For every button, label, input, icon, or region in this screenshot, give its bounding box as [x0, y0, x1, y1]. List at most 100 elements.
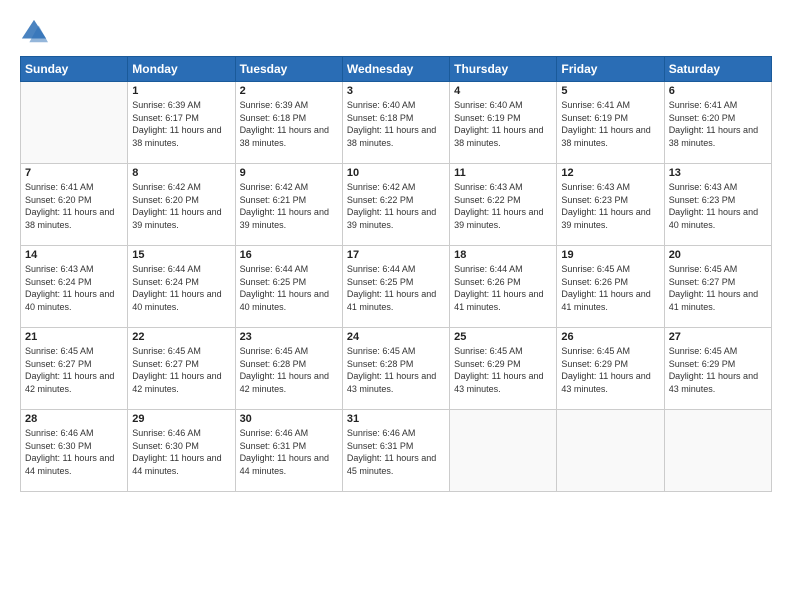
day-number: 17 [347, 249, 445, 261]
day-number: 16 [240, 249, 338, 261]
day-number: 15 [132, 249, 230, 261]
calendar-cell [664, 410, 771, 492]
day-number: 9 [240, 167, 338, 179]
calendar-cell: 15Sunrise: 6:44 AMSunset: 6:24 PMDayligh… [128, 246, 235, 328]
day-info: Sunrise: 6:39 AMSunset: 6:18 PMDaylight:… [240, 99, 338, 149]
day-info: Sunrise: 6:41 AMSunset: 6:20 PMDaylight:… [669, 99, 767, 149]
day-number: 21 [25, 331, 123, 343]
calendar-cell: 2 Sunrise: 6:39 AMSunset: 6:18 PMDaylight… [235, 82, 342, 164]
day-info: Sunrise: 6:45 AMSunset: 6:29 PMDaylight:… [561, 345, 659, 395]
calendar-cell: 23 Sunrise: 6:45 AMSunset: 6:28 PMDayligh… [235, 328, 342, 410]
calendar-cell: 13Sunrise: 6:43 AMSunset: 6:23 PMDayligh… [664, 164, 771, 246]
day-number: 4 [454, 85, 552, 97]
calendar-cell: 24 Sunrise: 6:45 AMSunset: 6:28 PMDayligh… [342, 328, 449, 410]
day-number: 20 [669, 249, 767, 261]
header [20, 18, 772, 46]
day-info: Sunrise: 6:46 AMSunset: 6:31 PMDaylight:… [347, 427, 445, 477]
calendar-cell: 19 Sunrise: 6:45 AMSunset: 6:26 PMDayligh… [557, 246, 664, 328]
calendar-week-3: 14 Sunrise: 6:43 AMSunset: 6:24 PMDayligh… [21, 246, 772, 328]
day-info: Sunrise: 6:43 AMSunset: 6:23 PMDaylight:… [669, 181, 767, 231]
calendar-cell [450, 410, 557, 492]
calendar-cell: 21Sunrise: 6:45 AMSunset: 6:27 PMDayligh… [21, 328, 128, 410]
day-number: 27 [669, 331, 767, 343]
calendar-cell: 8 Sunrise: 6:42 AMSunset: 6:20 PMDaylight… [128, 164, 235, 246]
day-number: 25 [454, 331, 552, 343]
calendar-cell: 16 Sunrise: 6:44 AMSunset: 6:25 PMDayligh… [235, 246, 342, 328]
calendar-cell: 31 Sunrise: 6:46 AMSunset: 6:31 PMDayligh… [342, 410, 449, 492]
day-info: Sunrise: 6:46 AMSunset: 6:31 PMDaylight:… [240, 427, 338, 477]
weekday-header-wednesday: Wednesday [342, 57, 449, 82]
day-number: 22 [132, 331, 230, 343]
day-info: Sunrise: 6:46 AMSunset: 6:30 PMDaylight:… [132, 427, 230, 477]
day-number: 5 [561, 85, 659, 97]
day-number: 8 [132, 167, 230, 179]
day-info: Sunrise: 6:44 AMSunset: 6:25 PMDaylight:… [240, 263, 338, 313]
day-info: Sunrise: 6:45 AMSunset: 6:29 PMDaylight:… [669, 345, 767, 395]
weekday-header-saturday: Saturday [664, 57, 771, 82]
calendar-cell: 10Sunrise: 6:42 AMSunset: 6:22 PMDayligh… [342, 164, 449, 246]
day-info: Sunrise: 6:46 AMSunset: 6:30 PMDaylight:… [25, 427, 123, 477]
day-number: 10 [347, 167, 445, 179]
weekday-header-tuesday: Tuesday [235, 57, 342, 82]
calendar-cell: 18 Sunrise: 6:44 AMSunset: 6:26 PMDayligh… [450, 246, 557, 328]
page: SundayMondayTuesdayWednesdayThursdayFrid… [0, 0, 792, 612]
day-info: Sunrise: 6:43 AMSunset: 6:23 PMDaylight:… [561, 181, 659, 231]
day-number: 23 [240, 331, 338, 343]
logo-icon [20, 18, 48, 46]
calendar-cell: 28 Sunrise: 6:46 AMSunset: 6:30 PMDayligh… [21, 410, 128, 492]
calendar-week-1: 1 Sunrise: 6:39 AMSunset: 6:17 PMDaylight… [21, 82, 772, 164]
day-info: Sunrise: 6:45 AMSunset: 6:27 PMDaylight:… [669, 263, 767, 313]
day-info: Sunrise: 6:44 AMSunset: 6:25 PMDaylight:… [347, 263, 445, 313]
weekday-header-friday: Friday [557, 57, 664, 82]
day-info: Sunrise: 6:44 AMSunset: 6:26 PMDaylight:… [454, 263, 552, 313]
day-info: Sunrise: 6:42 AMSunset: 6:21 PMDaylight:… [240, 181, 338, 231]
calendar-week-4: 21Sunrise: 6:45 AMSunset: 6:27 PMDayligh… [21, 328, 772, 410]
day-info: Sunrise: 6:40 AMSunset: 6:18 PMDaylight:… [347, 99, 445, 149]
weekday-header-row: SundayMondayTuesdayWednesdayThursdayFrid… [21, 57, 772, 82]
day-info: Sunrise: 6:40 AMSunset: 6:19 PMDaylight:… [454, 99, 552, 149]
day-number: 28 [25, 413, 123, 425]
day-number: 24 [347, 331, 445, 343]
day-number: 14 [25, 249, 123, 261]
weekday-header-sunday: Sunday [21, 57, 128, 82]
calendar-cell: 6 Sunrise: 6:41 AMSunset: 6:20 PMDaylight… [664, 82, 771, 164]
calendar-cell: 12 Sunrise: 6:43 AMSunset: 6:23 PMDayligh… [557, 164, 664, 246]
day-number: 26 [561, 331, 659, 343]
calendar-cell: 26 Sunrise: 6:45 AMSunset: 6:29 PMDayligh… [557, 328, 664, 410]
calendar-cell: 30 Sunrise: 6:46 AMSunset: 6:31 PMDayligh… [235, 410, 342, 492]
day-number: 31 [347, 413, 445, 425]
day-info: Sunrise: 6:41 AMSunset: 6:20 PMDaylight:… [25, 181, 123, 231]
calendar-cell [557, 410, 664, 492]
day-number: 18 [454, 249, 552, 261]
day-number: 3 [347, 85, 445, 97]
logo [20, 18, 52, 46]
calendar-cell: 9 Sunrise: 6:42 AMSunset: 6:21 PMDaylight… [235, 164, 342, 246]
day-info: Sunrise: 6:45 AMSunset: 6:28 PMDaylight:… [240, 345, 338, 395]
calendar-cell: 14 Sunrise: 6:43 AMSunset: 6:24 PMDayligh… [21, 246, 128, 328]
day-info: Sunrise: 6:42 AMSunset: 6:20 PMDaylight:… [132, 181, 230, 231]
calendar-cell: 22Sunrise: 6:45 AMSunset: 6:27 PMDayligh… [128, 328, 235, 410]
day-number: 2 [240, 85, 338, 97]
day-number: 6 [669, 85, 767, 97]
weekday-header-thursday: Thursday [450, 57, 557, 82]
day-number: 12 [561, 167, 659, 179]
calendar-cell: 29Sunrise: 6:46 AMSunset: 6:30 PMDayligh… [128, 410, 235, 492]
weekday-header-monday: Monday [128, 57, 235, 82]
day-info: Sunrise: 6:41 AMSunset: 6:19 PMDaylight:… [561, 99, 659, 149]
day-info: Sunrise: 6:39 AMSunset: 6:17 PMDaylight:… [132, 99, 230, 149]
calendar-cell: 11Sunrise: 6:43 AMSunset: 6:22 PMDayligh… [450, 164, 557, 246]
calendar: SundayMondayTuesdayWednesdayThursdayFrid… [20, 56, 772, 492]
calendar-cell [21, 82, 128, 164]
day-info: Sunrise: 6:45 AMSunset: 6:28 PMDaylight:… [347, 345, 445, 395]
day-info: Sunrise: 6:45 AMSunset: 6:26 PMDaylight:… [561, 263, 659, 313]
day-number: 30 [240, 413, 338, 425]
calendar-cell: 20 Sunrise: 6:45 AMSunset: 6:27 PMDayligh… [664, 246, 771, 328]
day-info: Sunrise: 6:43 AMSunset: 6:24 PMDaylight:… [25, 263, 123, 313]
day-number: 11 [454, 167, 552, 179]
day-number: 7 [25, 167, 123, 179]
calendar-week-5: 28 Sunrise: 6:46 AMSunset: 6:30 PMDayligh… [21, 410, 772, 492]
day-number: 1 [132, 85, 230, 97]
calendar-week-2: 7 Sunrise: 6:41 AMSunset: 6:20 PMDaylight… [21, 164, 772, 246]
calendar-cell: 1 Sunrise: 6:39 AMSunset: 6:17 PMDaylight… [128, 82, 235, 164]
day-number: 19 [561, 249, 659, 261]
